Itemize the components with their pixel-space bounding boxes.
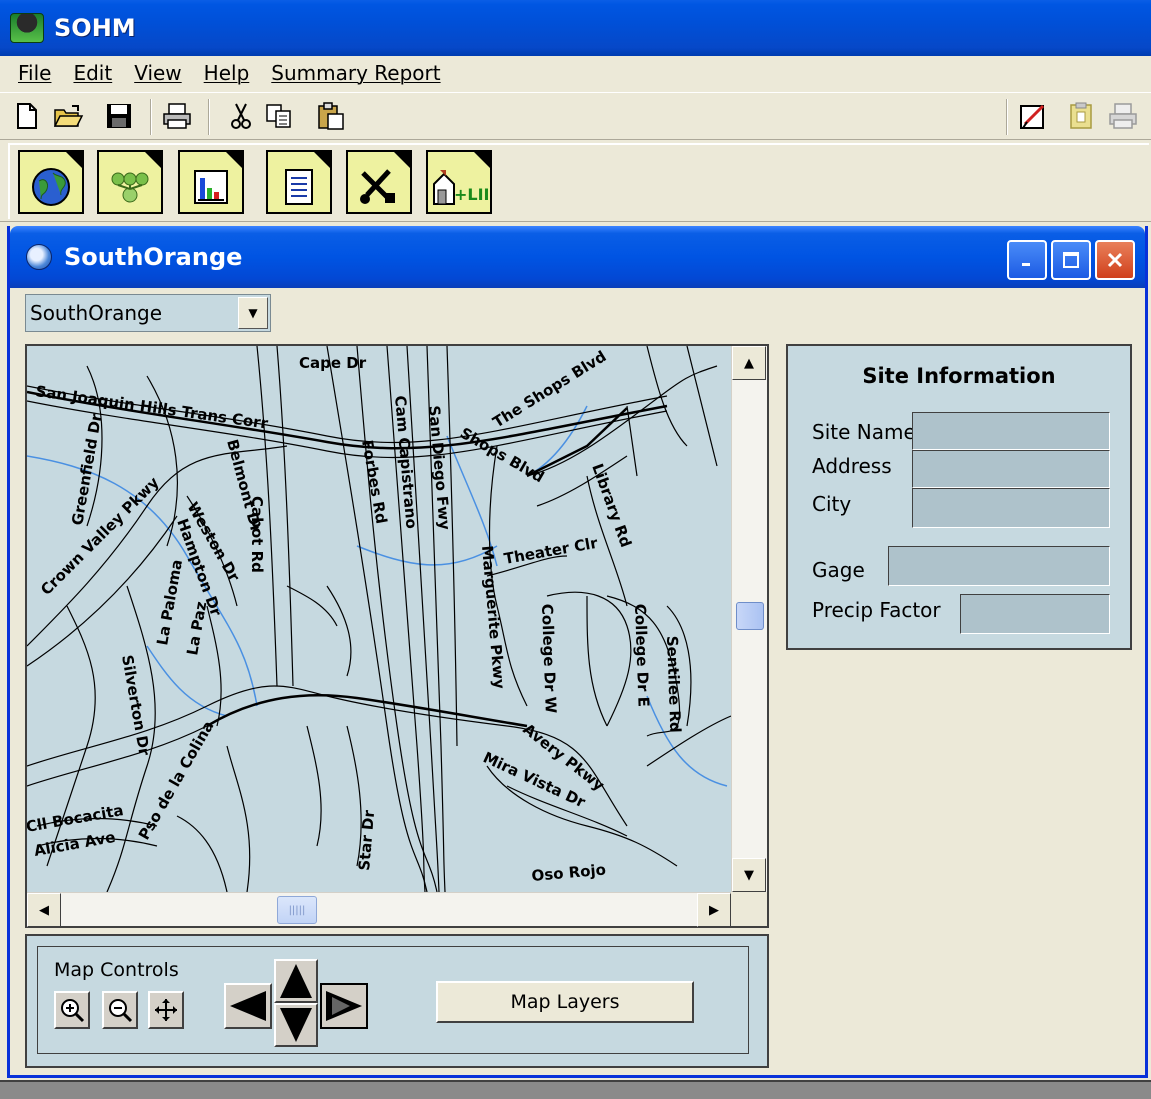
gage-label: Gage	[812, 558, 865, 582]
zoom-in-button[interactable]	[54, 991, 90, 1029]
address-label: Address	[812, 454, 892, 478]
scroll-down-button[interactable]: ▼	[732, 858, 766, 892]
toolbar-separator	[150, 99, 152, 135]
print-icon[interactable]	[162, 101, 192, 131]
network-icon	[109, 166, 151, 208]
precip-factor-label: Precip Factor	[812, 598, 941, 622]
app-title: SOHM	[54, 14, 136, 42]
pan-icon	[155, 999, 177, 1021]
site-info-title: Site Information	[862, 364, 1056, 388]
scroll-right-button[interactable]: ▶	[697, 893, 731, 927]
scroll-left-button[interactable]: ◀	[27, 893, 61, 927]
address-field[interactable]	[912, 450, 1110, 488]
map-layers-button[interactable]: Map Layers	[436, 981, 694, 1023]
document-icon	[278, 166, 320, 208]
street-map: Cape Dr San Joaquin Hills Trans Corr The…	[27, 346, 731, 892]
precip-factor-field[interactable]	[960, 594, 1110, 634]
print-disabled-icon	[1108, 101, 1138, 131]
lid-button[interactable]: +LID	[426, 150, 492, 214]
map-controls-label: Map Controls	[54, 959, 179, 981]
menu-help[interactable]: Help	[204, 61, 250, 85]
window-globe-icon	[26, 244, 52, 270]
zoom-out-icon	[109, 999, 133, 1023]
map-label: Sentilee Rd	[663, 636, 684, 734]
new-file-icon[interactable]	[12, 101, 42, 131]
globe-map-button[interactable]	[18, 150, 84, 214]
child-title: SouthOrange	[64, 243, 243, 271]
city-label: City	[812, 492, 852, 516]
maximize-button[interactable]	[1051, 240, 1091, 280]
report-icon[interactable]	[1066, 101, 1096, 131]
map-view[interactable]: Cape Dr San Joaquin Hills Trans Corr The…	[27, 346, 731, 892]
lid-icon: +LID	[432, 166, 488, 208]
pan-left-button[interactable]	[224, 983, 272, 1029]
menu-file[interactable]: File	[18, 61, 51, 85]
tools-icon	[358, 166, 400, 208]
minimize-icon	[1022, 263, 1030, 266]
map-panel: Cape Dr San Joaquin Hills Trans Corr The…	[25, 344, 769, 928]
map-controls-panel: Map Controls Map Layers	[25, 934, 769, 1068]
map-controls-group: Map Controls Map Layers	[37, 946, 749, 1054]
bar-chart-icon	[190, 166, 232, 208]
south-orange-window: SouthOrange SouthOrange ▼ Cape Dr San Jo…	[7, 226, 1148, 1078]
site-information-panel: Site Information Site Name Address City …	[786, 344, 1132, 650]
open-folder-icon[interactable]	[54, 101, 84, 131]
chevron-down-icon[interactable]: ▼	[238, 297, 268, 329]
site-dropdown-value: SouthOrange	[30, 301, 163, 325]
app-icon	[10, 13, 44, 43]
vertical-scrollbar[interactable]: ▲ ▼	[731, 346, 767, 892]
tools-button[interactable]	[346, 150, 412, 214]
edit-report-icon[interactable]	[1018, 101, 1048, 131]
vertical-scroll-thumb[interactable]	[736, 602, 764, 630]
pan-button[interactable]	[148, 991, 184, 1029]
cut-icon[interactable]	[226, 101, 256, 131]
map-label: Cabot Rd	[248, 496, 266, 573]
menu-bar: File Edit View Help Summary Report	[0, 56, 1151, 90]
child-titlebar[interactable]: SouthOrange	[10, 226, 1145, 288]
app-titlebar[interactable]: SOHM	[0, 0, 1151, 56]
close-icon	[1107, 252, 1123, 268]
status-bar	[0, 1080, 1151, 1099]
map-label: College Dr E	[631, 604, 653, 708]
map-label: College Dr W	[538, 604, 560, 715]
city-field[interactable]	[912, 488, 1110, 528]
zoom-out-button[interactable]	[102, 991, 138, 1029]
horizontal-scroll-thumb[interactable]: |||||	[277, 896, 317, 924]
menu-summary-report[interactable]: Summary Report	[271, 61, 440, 85]
scroll-corner	[731, 892, 767, 926]
toolbar-separator	[208, 99, 210, 135]
scroll-up-button[interactable]: ▲	[732, 346, 766, 380]
site-dropdown[interactable]: SouthOrange ▼	[25, 294, 271, 332]
paste-icon[interactable]	[316, 101, 346, 131]
chart-button[interactable]	[178, 150, 244, 214]
site-name-label: Site Name	[812, 420, 916, 444]
save-icon[interactable]	[104, 101, 134, 131]
network-button[interactable]	[97, 150, 163, 214]
maximize-icon	[1063, 252, 1079, 268]
menu-view[interactable]: View	[134, 61, 181, 85]
pan-down-button[interactable]	[274, 1003, 318, 1047]
svg-text:+LID: +LID	[454, 185, 488, 204]
minimize-button[interactable]	[1007, 240, 1047, 280]
gage-field[interactable]	[888, 546, 1110, 586]
menu-edit[interactable]: Edit	[73, 61, 112, 85]
arrow-right-icon	[326, 991, 362, 1021]
map-label: Cape Dr	[299, 354, 367, 372]
toolbar-separator	[1006, 99, 1008, 135]
close-button[interactable]	[1095, 240, 1135, 280]
arrow-left-icon	[230, 991, 266, 1021]
copy-icon[interactable]	[264, 101, 294, 131]
site-name-field[interactable]	[912, 412, 1110, 450]
zoom-in-icon	[61, 999, 85, 1023]
report-doc-button[interactable]	[266, 150, 332, 214]
pan-right-button[interactable]	[320, 983, 368, 1029]
module-toolbar: +LID	[0, 140, 1151, 222]
pan-up-button[interactable]	[274, 959, 318, 1003]
standard-toolbar	[0, 92, 1151, 140]
horizontal-scrollbar[interactable]: ◀ ||||| ▶	[27, 892, 731, 927]
arrow-up-icon	[280, 964, 312, 998]
arrow-down-icon	[280, 1008, 312, 1042]
globe-icon	[30, 166, 72, 208]
